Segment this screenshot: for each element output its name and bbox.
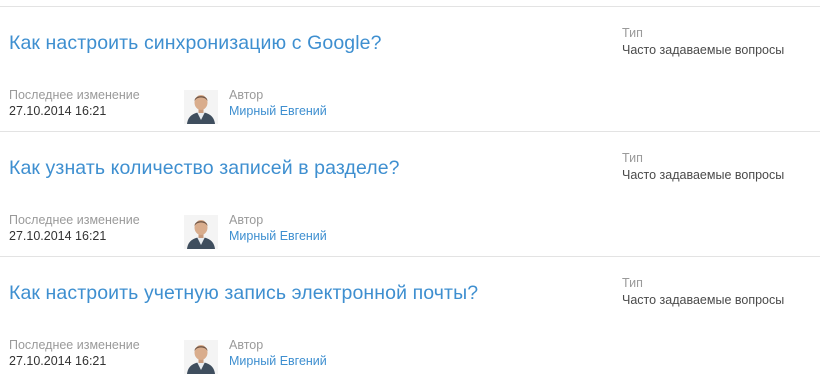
author-label: Автор (229, 213, 264, 227)
modified-label: Последнее изменение (9, 88, 140, 102)
author-avatar (184, 340, 218, 374)
author-name-link[interactable]: Мирный Евгений (229, 228, 327, 244)
modified-value: 27.10.2014 16:21 (9, 104, 107, 118)
user-photo-icon (184, 215, 218, 249)
article-title-link[interactable]: Как настроить синхронизацию с Google? (9, 32, 382, 55)
author-field: Автор Мирный Евгений (229, 337, 327, 369)
modified-field: Последнее изменение 27.10.2014 16:21 (9, 337, 140, 369)
type-field: Тип Часто задаваемые вопросы (622, 25, 784, 59)
type-value: Часто задаваемые вопросы (622, 293, 785, 307)
modified-label: Последнее изменение (9, 338, 140, 352)
modified-value: 27.10.2014 16:21 (9, 229, 107, 243)
article-title-link[interactable]: Как настроить учетную запись электронной… (9, 282, 478, 305)
type-label: Тип (622, 26, 643, 40)
author-label: Автор (229, 88, 264, 102)
author-name-link[interactable]: Мирный Евгений (229, 353, 327, 369)
author-name-link[interactable]: Мирный Евгений (229, 103, 327, 119)
author-field: Автор Мирный Евгений (229, 87, 327, 119)
type-label: Тип (622, 276, 643, 290)
user-photo-icon (184, 340, 218, 374)
author-avatar (184, 215, 218, 249)
type-value: Часто задаваемые вопросы (622, 43, 785, 57)
author-avatar (184, 90, 218, 124)
type-label: Тип (622, 151, 643, 165)
list-item: Как настроить синхронизацию с Google? Ти… (0, 7, 832, 132)
author-field: Автор Мирный Евгений (229, 212, 327, 244)
modified-value: 27.10.2014 16:21 (9, 354, 107, 368)
author-label: Автор (229, 338, 264, 352)
type-value: Часто задаваемые вопросы (622, 168, 785, 182)
list-item: Как настроить учетную запись электронной… (0, 257, 832, 382)
list-item: Как узнать количество записей в разделе?… (0, 132, 832, 257)
modified-field: Последнее изменение 27.10.2014 16:21 (9, 87, 140, 119)
modified-field: Последнее изменение 27.10.2014 16:21 (9, 212, 140, 244)
type-field: Тип Часто задаваемые вопросы (622, 150, 784, 184)
type-field: Тип Часто задаваемые вопросы (622, 275, 784, 309)
article-title-link[interactable]: Как узнать количество записей в разделе? (9, 157, 400, 180)
modified-label: Последнее изменение (9, 213, 140, 227)
user-photo-icon (184, 90, 218, 124)
